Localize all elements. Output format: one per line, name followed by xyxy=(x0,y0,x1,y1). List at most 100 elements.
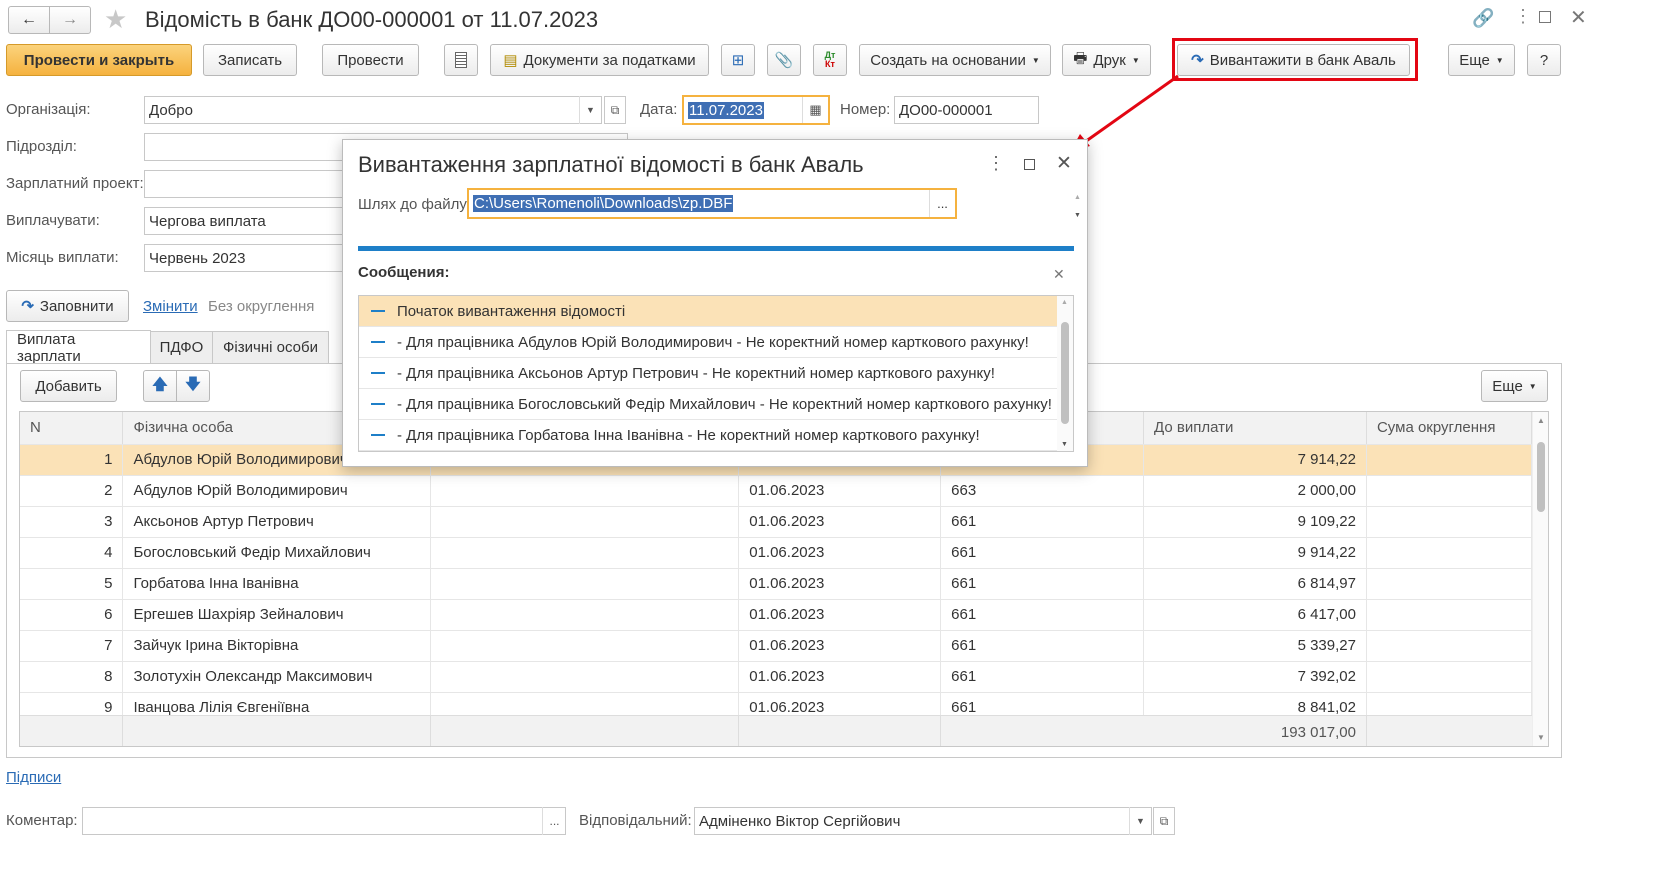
message-item[interactable]: Початок вивантаження відомості xyxy=(359,296,1057,327)
structure-button[interactable]: ⊞ xyxy=(721,44,755,76)
cell-amount: 7 392,02 xyxy=(1143,661,1367,693)
forward-button[interactable]: → xyxy=(49,6,91,34)
tab-individuals[interactable]: Фізичні особи xyxy=(212,331,329,363)
help-button[interactable]: ? xyxy=(1527,44,1561,76)
tax-documents-button[interactable]: ▤ Документи за податками xyxy=(490,44,709,76)
signatures-link[interactable]: Підписи xyxy=(6,769,61,786)
cell-person: Горбатова Інна Іванівна xyxy=(122,568,432,600)
messages-close-icon[interactable]: ✕ xyxy=(1053,266,1065,283)
message-dash-icon xyxy=(371,372,385,374)
dropdown-arrow-icon: ▼ xyxy=(1495,55,1504,65)
cell-rounding xyxy=(1366,537,1533,569)
arrow-left-icon: ← xyxy=(21,11,37,28)
fill-arrow-icon: ↷ xyxy=(21,298,34,315)
close-icon[interactable]: ✕ xyxy=(1570,5,1587,30)
dialog-kebab-icon[interactable]: ⋮ xyxy=(987,153,1005,174)
cell-empty xyxy=(430,661,740,693)
move-up-button[interactable]: 🡅 xyxy=(143,370,177,402)
table-scrollbar[interactable]: ▲ ▼ xyxy=(1532,412,1548,746)
create-based-on-button[interactable]: Создать на основании ▼ xyxy=(859,44,1051,76)
org-dropdown-icon[interactable]: ▼ xyxy=(579,96,601,124)
back-button[interactable]: ← xyxy=(8,6,50,34)
table-row[interactable]: 7 Зайчук Ірина Вікторівна 01.06.2023 661 5 3… xyxy=(20,630,1533,662)
dialog-scroll-down-icon[interactable]: ▼ xyxy=(1074,212,1081,219)
message-item[interactable]: - Для працівника Абдулов Юрій Володимиро… xyxy=(359,327,1057,358)
responsible-open-icon[interactable]: ⧉ xyxy=(1153,807,1175,835)
cell-date: 01.06.2023 xyxy=(738,506,942,538)
more-button[interactable]: Еще ▼ xyxy=(1448,44,1515,76)
cell-date: 01.06.2023 xyxy=(738,568,942,600)
cell-n: 7 xyxy=(20,630,124,662)
dialog-close-icon[interactable]: ✕ xyxy=(1056,152,1072,175)
kebab-menu-icon[interactable]: ⋮ xyxy=(1514,6,1532,27)
post-button[interactable]: Провести xyxy=(322,44,419,76)
move-down-button[interactable]: 🡇 xyxy=(176,370,210,402)
number-label: Номер: xyxy=(840,101,891,118)
number-field[interactable]: ДО00-000001 xyxy=(894,96,1039,124)
cell-amount: 9 914,22 xyxy=(1143,537,1367,569)
dropdown-arrow-icon: ▼ xyxy=(1031,55,1040,65)
messages-scrollbar[interactable]: ▲ ▼ xyxy=(1057,296,1073,451)
comment-browse-button[interactable]: ... xyxy=(542,807,566,835)
export-to-bank-button[interactable]: ↷ Вивантажити в банк Аваль xyxy=(1177,44,1410,76)
cell-date: 01.06.2023 xyxy=(738,630,942,662)
cell-person: Аксьонов Артур Петрович xyxy=(122,506,432,538)
maximize-icon[interactable] xyxy=(1539,11,1551,23)
responsible-field[interactable]: Адміненко Віктор Сергійович xyxy=(694,807,1152,835)
table-more-button[interactable]: Еще ▼ xyxy=(1481,370,1548,402)
favorite-star-icon[interactable]: ★ xyxy=(104,4,127,35)
comment-field[interactable] xyxy=(82,807,566,835)
message-item[interactable]: - Для працівника Аксьонов Артур Петрович… xyxy=(359,358,1057,389)
debit-credit-button[interactable]: Дт Кт xyxy=(813,44,847,76)
message-text: - Для працівника Горбатова Інна Іванівна… xyxy=(397,426,980,444)
attachments-button[interactable]: 📎 xyxy=(767,44,801,76)
link-icon[interactable]: 🔗 xyxy=(1472,8,1494,29)
cell-n: 1 xyxy=(20,444,124,476)
printer-icon: 🖶 xyxy=(1073,49,1088,67)
org-field[interactable]: Добро xyxy=(144,96,602,124)
add-button[interactable]: Добавить xyxy=(20,370,117,402)
post-and-close-button[interactable]: Провести и закрыть xyxy=(6,44,192,76)
cell-empty xyxy=(430,568,740,600)
col-to-pay[interactable]: До виплати xyxy=(1143,412,1367,445)
cell-person: Зайчук Ірина Вікторівна xyxy=(122,630,432,662)
path-browse-button[interactable]: ... xyxy=(929,190,955,217)
table-row[interactable]: 3 Аксьонов Артур Петрович 01.06.2023 661 9 1… xyxy=(20,506,1533,538)
hierarchy-icon: ⊞ xyxy=(731,52,745,69)
table-row[interactable]: 6 Ергешев Шахріяр Зейналович 01.06.2023 661… xyxy=(20,599,1533,631)
responsible-dropdown-icon[interactable]: ▼ xyxy=(1129,807,1151,835)
org-open-icon[interactable]: ⧉ xyxy=(604,96,626,124)
cell-account: 661 xyxy=(940,630,1145,662)
change-link[interactable]: Змінити xyxy=(143,298,198,315)
cell-n: 3 xyxy=(20,506,124,538)
save-button[interactable]: Записать xyxy=(203,44,297,76)
fill-button[interactable]: ↷ Заповнити xyxy=(6,290,129,322)
rounding-text: Без округлення xyxy=(208,298,315,315)
table-row[interactable]: 5 Горбатова Інна Іванівна 01.06.2023 661 6 8… xyxy=(20,568,1533,600)
org-label: Організація: xyxy=(6,101,91,118)
table-row[interactable]: 4 Богословський Федір Михайлович 01.06.202… xyxy=(20,537,1533,569)
dialog-scroll-up-icon[interactable]: ▲ xyxy=(1074,194,1081,201)
table-row[interactable]: 2 Абдулов Юрій Володимирович 01.06.2023 663… xyxy=(20,475,1533,507)
cell-n: 5 xyxy=(20,568,124,600)
document-list-icon xyxy=(455,52,467,68)
table-footer: 193 017,00 xyxy=(20,715,1532,746)
report-button[interactable] xyxy=(444,44,478,76)
col-n[interactable]: N xyxy=(20,412,124,445)
calendar-icon[interactable]: ▦ xyxy=(802,97,828,123)
message-item[interactable]: - Для працівника Горбатова Інна Іванівна… xyxy=(359,420,1057,451)
responsible-label: Відповідальний: xyxy=(579,812,692,829)
table-row[interactable]: 8 Золотухін Олександр Максимович 01.06.202… xyxy=(20,661,1533,693)
cell-rounding xyxy=(1366,506,1533,538)
col-rounding[interactable]: Сума округлення xyxy=(1366,412,1533,445)
tab-salary-payment[interactable]: Виплата зарплати xyxy=(6,330,151,365)
arrow-down-icon: 🡇 xyxy=(185,375,201,393)
message-text: - Для працівника Абдулов Юрій Володимиро… xyxy=(397,333,1029,351)
dropdown-arrow-icon: ▼ xyxy=(1131,55,1140,65)
cell-account: 661 xyxy=(940,661,1145,693)
message-item[interactable]: - Для працівника Богословський Федір Мих… xyxy=(359,389,1057,420)
cell-amount: 2 000,00 xyxy=(1143,475,1367,507)
dialog-maximize-icon[interactable] xyxy=(1024,159,1035,170)
tab-pdfo[interactable]: ПДФО xyxy=(150,331,213,363)
path-field[interactable]: C:\Users\Romenoli\Downloads\zp.DBF xyxy=(467,188,957,219)
